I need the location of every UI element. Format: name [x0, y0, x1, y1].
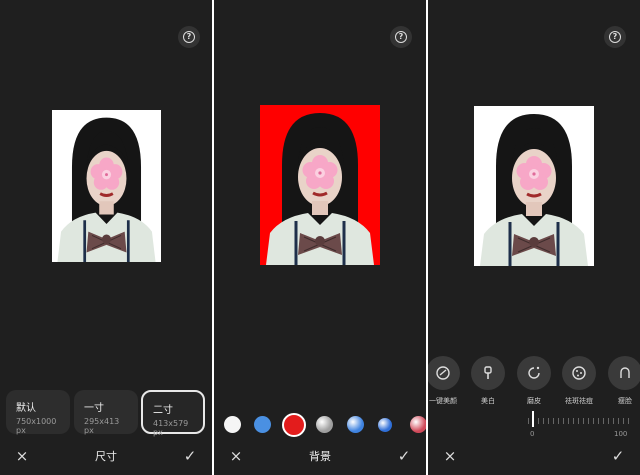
face-sparkle-icon — [436, 366, 450, 380]
swatch-blue-gradient-2[interactable] — [378, 418, 392, 432]
help-button[interactable]: ? — [390, 26, 412, 48]
swatch-red-gradient[interactable] — [410, 416, 426, 433]
tool-label: 美白 — [481, 397, 495, 405]
close-icon[interactable]: × — [14, 447, 30, 465]
slider-tick — [598, 418, 599, 424]
tool-label: 一键美颜 — [429, 397, 457, 405]
slider-tick — [593, 418, 594, 424]
beauty-panel: ? 一键美颜 美白 磨皮 祛斑祛痘 瘦脸 0 100 × ✓ — [428, 0, 640, 475]
close-icon[interactable]: × — [442, 447, 458, 465]
tool-smooth[interactable] — [517, 356, 551, 390]
bottom-bar: × 背景 ✓ — [214, 437, 426, 475]
slider-tick — [618, 418, 619, 424]
slider-tick — [563, 418, 564, 424]
close-icon[interactable]: × — [228, 447, 244, 465]
slider-tick — [543, 418, 544, 424]
swatch-gray-gradient[interactable] — [316, 416, 333, 433]
panel-title: 背景 — [309, 450, 331, 463]
help-button[interactable]: ? — [178, 26, 200, 48]
tool-whiten[interactable] — [471, 356, 505, 390]
swatch-blue-gradient[interactable] — [347, 416, 364, 433]
slider-tick — [548, 418, 549, 424]
slider-tick — [568, 418, 569, 424]
id-photo-preview — [52, 110, 161, 262]
size-card-two-inch[interactable]: 二寸 413x579 px — [141, 390, 205, 437]
intensity-slider[interactable] — [528, 414, 632, 428]
tool-label: 瘦脸 — [618, 397, 632, 405]
slider-tick — [553, 418, 554, 424]
tool-label: 祛斑祛痘 — [565, 397, 593, 405]
slider-tick — [628, 418, 629, 424]
size-card-one-inch[interactable]: 一寸 295x413 px — [74, 390, 138, 435]
spot-icon — [572, 366, 586, 380]
help-button[interactable]: ? — [604, 26, 626, 48]
slider-tick — [608, 418, 609, 424]
confirm-icon[interactable]: ✓ — [182, 447, 198, 465]
tool-label: 磨皮 — [527, 397, 541, 405]
swatch-red[interactable] — [282, 413, 306, 437]
slider-tick — [578, 418, 579, 424]
slider-tick — [583, 418, 584, 424]
smooth-icon — [528, 366, 540, 379]
help-icon: ? — [395, 31, 407, 43]
slider-tick — [603, 418, 604, 424]
size-card-default[interactable]: 默认 750x1000 px — [6, 390, 70, 435]
swatch-white[interactable] — [224, 416, 241, 433]
confirm-icon[interactable]: ✓ — [610, 447, 626, 465]
slider-tick — [538, 418, 539, 424]
tool-spot-removal[interactable] — [562, 356, 596, 390]
id-photo-preview — [260, 105, 380, 265]
slider-thumb[interactable] — [532, 411, 534, 427]
id-photo-preview — [474, 106, 594, 266]
help-icon: ? — [609, 31, 621, 43]
slider-tick — [613, 418, 614, 424]
brush-icon — [484, 366, 492, 379]
slider-tick — [558, 418, 559, 424]
slider-tick — [528, 418, 529, 424]
slider-tick — [573, 418, 574, 424]
slim-face-icon — [620, 367, 630, 378]
swatch-blue[interactable] — [254, 416, 271, 433]
tool-slim-face[interactable] — [608, 356, 640, 390]
bottom-bar: × 尺寸 ✓ — [0, 437, 212, 475]
background-panel: ? × 背景 ✓ — [214, 0, 426, 475]
bottom-bar: × ✓ — [428, 437, 640, 475]
confirm-icon[interactable]: ✓ — [396, 447, 412, 465]
size-panel: ? 默认 750x1000 px 一寸 295x413 px 二寸 413x57… — [0, 0, 212, 475]
tool-auto-beauty[interactable] — [428, 356, 460, 390]
slider-tick — [623, 418, 624, 424]
help-icon: ? — [183, 31, 195, 43]
panel-title: 尺寸 — [95, 450, 117, 463]
slider-tick — [588, 418, 589, 424]
